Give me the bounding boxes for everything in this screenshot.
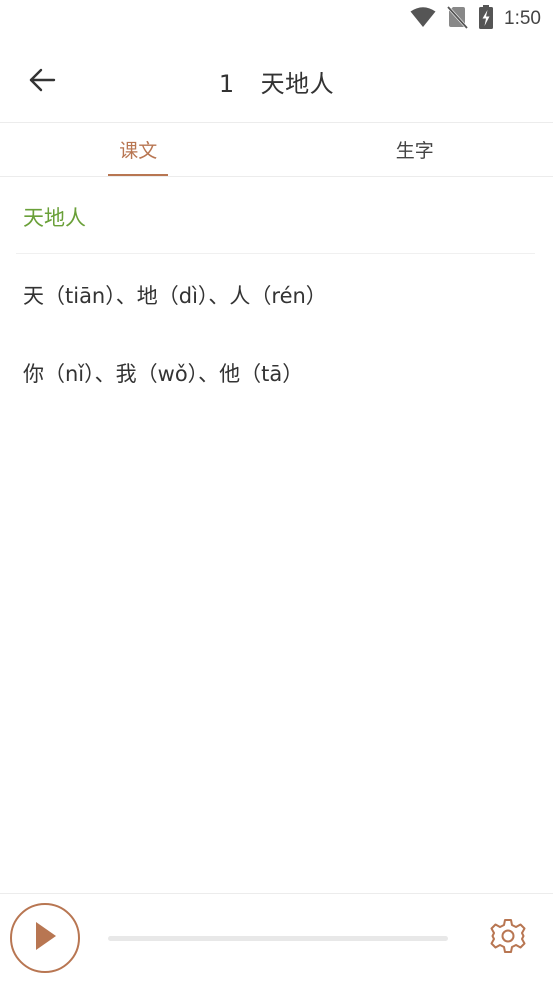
battery-charging-icon (478, 5, 494, 33)
lesson-heading: 天地人 (23, 206, 86, 230)
no-sim-icon (446, 5, 469, 33)
lesson-title: 天地人 (260, 70, 335, 98)
lesson-number: 1 (218, 70, 235, 98)
content-divider (16, 253, 535, 254)
status-bar: 1:50 (0, 0, 553, 38)
progress-slider[interactable] (108, 936, 448, 941)
settings-button[interactable] (488, 918, 528, 958)
wifi-icon (410, 6, 436, 32)
play-button[interactable] (10, 903, 80, 973)
app-bar: 1 天地人 (0, 38, 553, 122)
text-line: 你（nǐ）、我（wǒ）、他（tā） (23, 362, 304, 386)
status-icons: 1:50 (410, 5, 541, 33)
play-icon (32, 920, 58, 956)
gear-icon (489, 917, 527, 959)
audio-player (0, 893, 553, 983)
text-line: 天（tiān）、地（dì）、人（rén） (23, 284, 327, 308)
tab-characters[interactable]: 生字 (277, 123, 553, 176)
tab-text[interactable]: 课文 (0, 123, 277, 176)
tab-label: 生字 (395, 140, 434, 162)
status-time: 1:50 (504, 8, 541, 29)
tab-bar-divider (0, 176, 553, 177)
tab-bar: 课文 生字 (0, 123, 553, 176)
tab-label: 课文 (119, 140, 158, 162)
page-title: 1 天地人 (0, 64, 553, 99)
